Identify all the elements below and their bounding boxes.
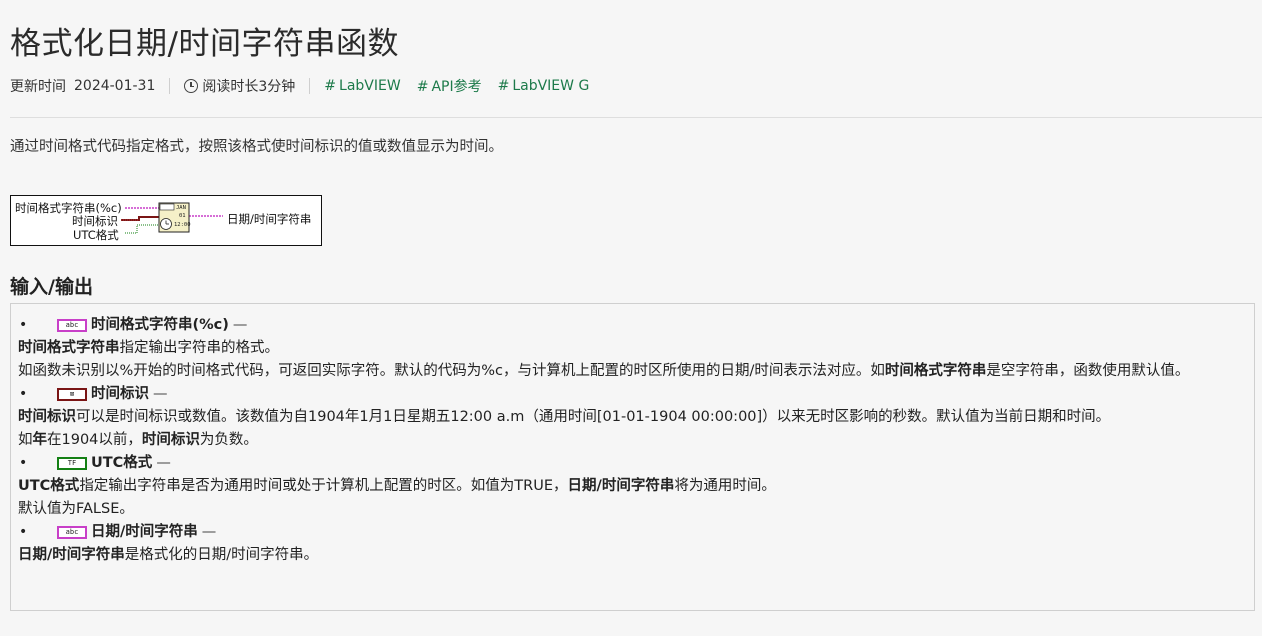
icon-text-month: JAN [176, 205, 186, 211]
clock-icon [184, 79, 199, 93]
item-description: 时间标识可以是时间标识或数值。该数值为自1904年1月1日星期五12:00 a.… [18, 409, 1111, 425]
bullet: • [19, 317, 28, 333]
item-note: 如函数未识别以%开始的时间格式代码，可返回实际字符。默认的代码为%c，与计算机上… [18, 363, 1190, 379]
meta-divider [169, 78, 171, 94]
list-item-utc-format: • TF UTC格式 — [18, 452, 1247, 475]
item-name: 时间标识 [91, 386, 149, 402]
tag-link-labview[interactable]: # LabVIEW [324, 78, 400, 94]
connector-pane-diagram: 时间格式字符串(%c) 时间标识 UTC格式 日期/时间字符串 JAN 01 1… [10, 195, 322, 246]
item-description: 时间格式字符串指定输出字符串的格式。 [18, 340, 279, 356]
list-item-timestamp: • ⊠ 时间标识 — [18, 383, 1247, 406]
io-heading: 输入/输出 [10, 276, 93, 298]
hash-icon: # [324, 78, 337, 94]
io-list: • abc 时间格式字符串(%c) — 时间格式字符串指定输出字符串的格式。 如… [10, 303, 1255, 611]
icon-text-day: 01 [179, 213, 186, 219]
bullet: • [19, 524, 28, 540]
bullet: • [19, 386, 28, 402]
timestamp-terminal-icon: ⊠ [57, 388, 87, 401]
item-name: UTC格式 [91, 455, 153, 471]
page-meta: 更新时间 2024-01-31 阅读时长3分钟 # LabVIEW # API参考 … [10, 76, 605, 96]
boolean-terminal-icon: TF [57, 457, 87, 470]
bullet: • [19, 455, 28, 471]
list-item-date-time-string: • abc 日期/时间字符串 — [18, 521, 1247, 544]
updated-label: 更新时间 [10, 79, 66, 95]
function-icon-wiring: JAN 01 12:00 [121, 202, 223, 234]
read-time: 阅读时长3分钟 [202, 79, 296, 95]
item-description: UTC格式指定输出字符串是否为通用时间或处于计算机上配置的时区。如值为TRUE，… [18, 478, 776, 494]
item-note: 如年在1904以前，时间标识为负数。 [18, 432, 258, 448]
tag-link-api[interactable]: # API参考 [417, 76, 482, 96]
item-name: 日期/时间字符串 [91, 524, 198, 540]
updated-date: 2024-01-31 [74, 78, 156, 94]
item-description: 日期/时间字符串是格式化的日期/时间字符串。 [18, 547, 319, 563]
list-item-format-string: • abc 时间格式字符串(%c) — [18, 314, 1247, 337]
string-terminal-icon: abc [57, 319, 87, 332]
item-note: 默认值为FALSE。 [18, 501, 134, 517]
header-divider [10, 117, 1262, 118]
hash-icon: # [497, 78, 510, 94]
hash-icon: # [416, 79, 429, 95]
page-description: 通过时间格式代码指定格式，按照该格式使时间标识的值或数值显示为时间。 [10, 139, 503, 155]
icon-text-time: 12:00 [174, 222, 191, 228]
tag-link-labview-g[interactable]: # LabVIEW G [498, 78, 590, 94]
item-name: 时间格式字符串(%c) [91, 317, 229, 333]
page-title: 格式化日期/时间字符串函数 [10, 26, 399, 62]
string-terminal-icon: abc [57, 526, 87, 539]
meta-divider [309, 78, 311, 94]
